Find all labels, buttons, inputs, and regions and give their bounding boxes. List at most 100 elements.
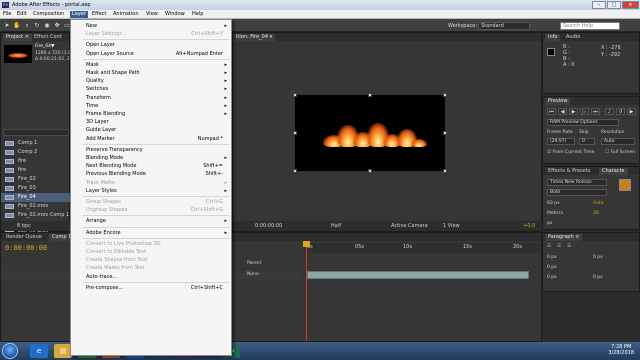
menu-item-3d-layer[interactable]: 3D Layer xyxy=(71,118,231,126)
loop-icon[interactable]: ↺ xyxy=(616,108,625,115)
skip-field[interactable]: 0 xyxy=(579,138,595,145)
menu-view[interactable]: View xyxy=(144,11,160,18)
leading-value[interactable]: Auto xyxy=(593,201,603,206)
last-frame-icon[interactable]: ⏭ xyxy=(591,108,600,115)
project-item[interactable]: fire xyxy=(1,157,71,166)
timeline-timecode[interactable]: 0:00:00:00 xyxy=(5,244,47,252)
play-icon[interactable]: ▶ xyxy=(569,108,578,115)
menu-animation[interactable]: Animation xyxy=(111,11,141,18)
project-item[interactable]: Fire_02.mov Comp 1 xyxy=(1,211,71,220)
font-style-dropdown[interactable]: Bold xyxy=(547,189,607,196)
comp-timecode[interactable]: 0:00:00:00 xyxy=(255,223,282,230)
menu-item-next-blending-mode[interactable]: Next Blending Mode Shift+= xyxy=(71,162,231,170)
tracking-value[interactable]: 30 xyxy=(593,211,599,216)
current-time-indicator-head[interactable] xyxy=(303,241,310,247)
exposure-value[interactable]: +0.0 xyxy=(523,223,535,230)
composition-viewer[interactable] xyxy=(293,93,447,173)
stroke-width-value[interactable]: px xyxy=(547,221,553,226)
tab-effects-presets[interactable]: Effects & Presets xyxy=(545,168,593,175)
indent-first-value[interactable]: 0 px xyxy=(547,265,557,270)
menu-item-add-marker[interactable]: Add Marker Numpad * xyxy=(71,135,231,143)
transform-handle[interactable] xyxy=(368,93,372,97)
menu-effect[interactable]: Effect xyxy=(90,11,108,18)
resolution-dropdown[interactable]: Half xyxy=(331,223,341,230)
project-item[interactable]: Fire_02.mov xyxy=(1,202,71,211)
ram-preview-icon[interactable]: ▶ xyxy=(627,108,636,115)
minimize-button[interactable]: – xyxy=(592,1,606,9)
font-size-value[interactable]: 60 px xyxy=(547,201,560,206)
current-time-indicator[interactable] xyxy=(306,241,307,341)
indent-left-value[interactable]: 0 px xyxy=(547,255,557,260)
project-item[interactable]: Comp 2 xyxy=(1,148,71,157)
project-item[interactable]: fire xyxy=(1,166,71,175)
project-item[interactable]: Fire_02 xyxy=(1,175,71,184)
menu-item-arrange[interactable]: Arrange ▸ xyxy=(71,217,231,225)
time-ruler[interactable]: 0s 05s 10s 15s 20s xyxy=(303,243,539,253)
parent-dropdown[interactable]: None xyxy=(247,272,259,277)
search-help-input[interactable]: Search Help xyxy=(560,22,620,30)
menu-item-adobe-encore[interactable]: Adobe Encore ▸ xyxy=(71,229,231,237)
menu-item-mask[interactable]: Mask ▸ xyxy=(71,61,231,69)
layer-duration-bar[interactable] xyxy=(307,271,529,279)
tab-character[interactable]: Characte xyxy=(599,168,628,175)
tab-render-queue[interactable]: Render Queue xyxy=(3,234,45,241)
menu-item-auto-trace[interactable]: Auto-trace... xyxy=(71,273,231,281)
menu-layer[interactable]: Layer xyxy=(70,11,88,18)
ram-preview-options-dropdown[interactable]: RAM Preview Options xyxy=(547,119,619,126)
menu-edit[interactable]: Edit xyxy=(15,11,29,18)
frame-rate-dropdown[interactable]: (29.97) xyxy=(547,138,575,145)
menu-item-layer-styles[interactable]: Layer Styles ▸ xyxy=(71,187,231,195)
tab-paragraph[interactable]: Paragraph × xyxy=(545,234,583,241)
tab-preview[interactable]: Preview xyxy=(545,98,571,105)
fill-color-swatch[interactable] xyxy=(619,179,631,191)
pan-behind-tool-icon[interactable]: ✥ xyxy=(53,22,61,29)
project-item[interactable]: Fire_04 xyxy=(1,193,71,202)
bpc-label[interactable]: 8 bpc xyxy=(17,223,31,229)
system-clock[interactable]: 7:28 PM 3/28/2018 xyxy=(608,344,634,356)
view-layout-dropdown[interactable]: 1 View xyxy=(443,223,460,230)
tab-info[interactable]: Info xyxy=(545,34,561,41)
next-frame-icon[interactable]: ▷ xyxy=(580,108,589,115)
menu-item-mask-and-shape-path[interactable]: Mask and Shape Path ▸ xyxy=(71,69,231,77)
resolution-dropdown-preview[interactable]: Auto xyxy=(601,138,635,145)
menu-file[interactable]: File xyxy=(1,11,13,18)
tab-composition[interactable]: ition: Fire_04 ▾ xyxy=(233,34,276,41)
audio-icon[interactable]: ♪ xyxy=(605,108,614,115)
menu-window[interactable]: Window xyxy=(163,11,187,18)
start-button[interactable] xyxy=(2,343,18,359)
maximize-button[interactable]: □ xyxy=(607,1,621,9)
camera-dropdown[interactable]: Active Camera xyxy=(391,223,428,230)
rotate-tool-icon[interactable]: ↻ xyxy=(33,22,41,29)
tab-effect-controls[interactable]: Effect Cont xyxy=(31,34,65,41)
transform-handle[interactable] xyxy=(368,169,372,173)
from-current-time-checkbox[interactable]: ☑ From Current Time xyxy=(547,150,594,155)
menu-item-guide-layer[interactable]: Guide Layer xyxy=(71,126,231,134)
tab-audio[interactable]: Audio xyxy=(563,34,583,41)
menu-item-time[interactable]: Time ▸ xyxy=(71,102,231,110)
menu-item-transform[interactable]: Transform ▸ xyxy=(71,94,231,102)
menu-item-new[interactable]: New ▸ xyxy=(71,22,231,30)
hand-tool-icon[interactable]: ✋ xyxy=(13,22,21,29)
close-button[interactable]: ✕ xyxy=(622,1,639,9)
align-right-icon[interactable]: ☰ xyxy=(567,244,571,249)
project-item[interactable]: Fire_03 xyxy=(1,184,71,193)
menu-item-switches[interactable]: Switches ▸ xyxy=(71,85,231,93)
workspace-select[interactable]: Standard xyxy=(478,22,530,30)
transform-handle[interactable] xyxy=(293,131,297,135)
project-item[interactable]: Comp 1 xyxy=(1,139,71,148)
transform-handle[interactable] xyxy=(293,169,297,173)
align-left-icon[interactable]: ☰ xyxy=(547,244,551,249)
space-after-value[interactable]: 0 px xyxy=(593,275,603,280)
space-before-value[interactable]: 0 px xyxy=(547,275,557,280)
transform-handle[interactable] xyxy=(443,169,447,173)
first-frame-icon[interactable]: ⏮ xyxy=(547,108,556,115)
ie-icon[interactable]: e xyxy=(30,344,48,358)
indent-right-value[interactable]: 0 px xyxy=(593,255,603,260)
zoom-tool-icon[interactable]: ⌕ xyxy=(23,22,31,29)
menu-item-blending-mode[interactable]: Blending Mode ▸ xyxy=(71,154,231,162)
menu-item-pre-compose[interactable]: Pre-compose... Ctrl+Shift+C xyxy=(71,284,231,292)
project-search-input[interactable] xyxy=(3,129,69,136)
menu-composition[interactable]: Composition xyxy=(31,11,66,18)
kerning-value[interactable]: Metrics xyxy=(547,211,563,216)
transform-handle[interactable] xyxy=(443,131,447,135)
